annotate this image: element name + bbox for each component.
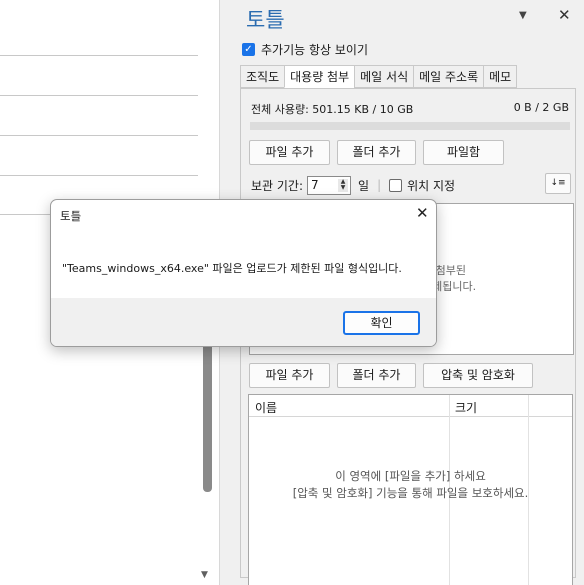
pane-menu-icon[interactable]: ▼ [519,10,527,21]
file-box-button[interactable]: 파일함 [423,140,504,165]
dialog-footer: 확인 [51,298,436,346]
drop-hint-line-1: 우 첨부된 [422,264,466,277]
tab-org-chart[interactable]: 조직도 [240,65,285,88]
dialog-close-icon[interactable]: ✕ [416,204,429,222]
dialog-message: "Teams_windows_x64.exe" 파일은 업로드가 제한된 파일 … [62,262,402,275]
usage-progress-bar [250,122,570,130]
checkbox-checked-icon[interactable]: ✓ [242,43,255,56]
retention-unit: 일 [358,178,370,193]
retention-value[interactable]: 7 [311,178,319,192]
top-button-row: 파일 추가 폴더 추가 파일함 [249,140,504,165]
add-folder-button-2[interactable]: 폴더 추가 [337,363,416,388]
separator: | [377,178,382,192]
pane-title: 토틀 [246,8,285,32]
add-folder-button[interactable]: 폴더 추가 [337,140,416,165]
usage-row: 전체 사용량: 501.15 KB / 10 GB 0 B / 2 GB [251,101,569,117]
bottom-button-row: 파일 추가 폴더 추가 압축 및 암호화 [249,363,533,388]
list-divider [0,175,198,176]
add-file-button[interactable]: 파일 추가 [249,140,330,165]
add-file-button-2[interactable]: 파일 추가 [249,363,330,388]
location-checkbox[interactable] [389,178,403,192]
tab-bar: 조직도 대용량 첨부 메일 서식 메일 주소록 메모 [240,65,518,88]
sort-icon[interactable]: ↓≡ [545,173,571,194]
stepper-arrows-icon[interactable]: ▲ ▼ [338,178,349,192]
location-label: 위치 지정 [407,178,456,193]
column-size-header[interactable]: 크기 [455,399,477,416]
file-list-header: 이름 크기 [249,395,572,417]
empty-hint-line-2: [압축 및 암호화] 기능을 통해 파일을 보호하세요. [292,486,529,500]
pane-close-icon[interactable]: ✕ [558,6,571,24]
scrollbar-thumb[interactable] [203,330,212,492]
retention-stepper[interactable]: 7 ▲ ▼ [307,175,352,195]
dialog-title: 토틀 [60,209,82,223]
tab-address-book[interactable]: 메일 주소록 [413,65,484,88]
list-divider [0,135,198,136]
always-show-checkbox[interactable]: ✓ 추가기능 항상 보이기 [242,41,368,58]
drop-hint-line-2: 삭제됩니다. [422,280,477,293]
always-show-label: 추가기능 항상 보이기 [261,43,368,57]
list-divider [0,55,198,56]
ok-button[interactable]: 확인 [343,311,420,335]
scroll-down-icon[interactable]: ▼ [201,570,208,580]
tab-mail-template[interactable]: 메일 서식 [354,65,414,88]
tab-large-attachment[interactable]: 대용량 첨부 [284,65,355,88]
retention-row: 보관 기간: 7 ▲ ▼ 일 | 위치 지정 ↓≡ [251,173,571,195]
list-divider [0,95,198,96]
retention-label: 보관 기간: [251,178,304,193]
usage-total: 전체 사용량: 501.15 KB / 10 GB [251,103,414,116]
empty-hint-line-1: 이 영역에 [파일을 추가] 하세요 [335,469,486,483]
column-name-header[interactable]: 이름 [255,399,277,416]
compress-encrypt-button[interactable]: 압축 및 암호화 [423,363,533,388]
file-list[interactable]: 이름 크기 이 영역에 [파일을 추가] 하세요 [압축 및 암호화] 기능을 … [248,394,573,585]
tab-memo[interactable]: 메모 [483,65,518,88]
usage-quota: 0 B / 2 GB [513,101,569,114]
error-dialog: 토틀 ✕ "Teams_windows_x64.exe" 파일은 업로드가 제한… [50,199,437,347]
